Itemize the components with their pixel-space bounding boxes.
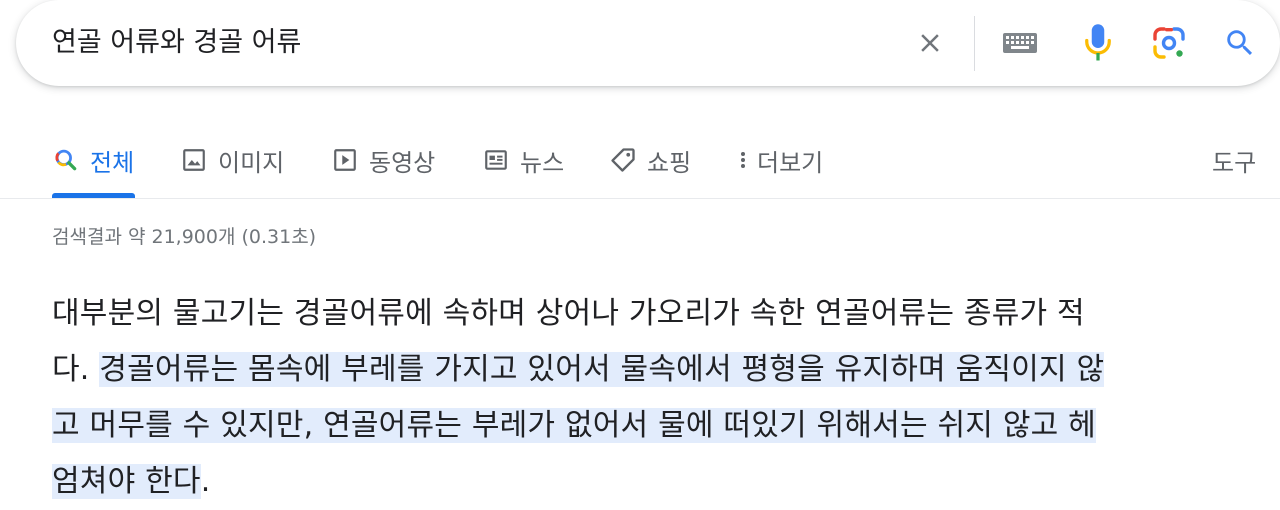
voice-search-button[interactable] [1076,19,1120,67]
tab-label: 쇼핑 [647,148,692,177]
tab-all[interactable]: 전체 [52,140,134,180]
search-icon [1227,30,1253,56]
tab-label: 동영상 [369,148,436,177]
tab-images[interactable]: 이미지 [180,140,284,180]
tabs-divider [0,198,1280,199]
tag-icon [609,146,637,174]
play-icon [331,146,359,174]
snippet-text: 다. [52,352,100,387]
lens-camera-icon [1153,27,1185,59]
keyboard-button[interactable] [998,21,1042,65]
snippet-line: 고 머무를 수 있지만, 연골어류는 부레가 없어서 물에 떠있기 위해서는 쉬… [52,398,1252,454]
tab-shopping[interactable]: 쇼핑 [609,140,691,180]
snippet-text: 대부분의 물고기는 경골어류에 속하며 상어나 가오리가 속한 연골어류는 종류… [52,296,1085,331]
tools-label: 도구 [1212,148,1257,177]
snippet-highlight: 경골어류는 몸속에 부레를 가지고 있어서 물속에서 평형을 유지하며 움직이지… [99,352,1105,387]
tools-button[interactable]: 도구 [1212,140,1256,180]
snippet-text: . [200,464,211,499]
snippet-highlight: 엄쳐야 한다 [52,464,201,499]
snippet-line: 엄쳐야 한다. [52,454,1252,510]
tab-label: 더보기 [757,148,824,177]
search-tabs: 전체 이미지 동영상 뉴스 쇼핑 더보기 도구 [0,120,1280,198]
tab-label: 전체 [90,148,135,177]
tab-videos[interactable]: 동영상 [331,140,435,180]
snippet-line: 다. 경골어류는 몸속에 부레를 가지고 있어서 물속에서 평형을 유지하며 움… [52,342,1252,398]
microphone-icon [1085,24,1111,61]
clear-button[interactable] [908,21,952,65]
close-icon [921,34,939,52]
search-input[interactable]: 연골 어류와 경골 어류 [52,24,301,62]
tab-news[interactable]: 뉴스 [482,140,564,180]
search-box[interactable]: 연골 어류와 경골 어류 [16,0,1280,86]
snippet-line: 대부분의 물고기는 경골어류에 속하며 상어나 가오리가 속한 연골어류는 종류… [52,286,1252,342]
more-vertical-icon [735,146,751,174]
lens-search-button[interactable] [1147,21,1191,65]
keyboard-icon [1003,33,1037,53]
search-icon [52,146,80,174]
featured-snippet: 대부분의 물고기는 경골어류에 속하며 상어나 가오리가 속한 연골어류는 종류… [52,286,1252,510]
tab-label: 뉴스 [520,148,565,177]
search-button[interactable] [1218,21,1262,65]
snippet-highlight: 고 머무를 수 있지만, 연골어류는 부레가 없어서 물에 떠있기 위해서는 쉬… [52,408,1096,443]
tab-more[interactable]: 더보기 [735,140,823,180]
result-stats: 검색결과 약 21,900개 (0.31초) [52,226,317,248]
news-icon [482,146,510,174]
tab-label: 이미지 [218,148,285,177]
image-icon [180,146,208,174]
search-divider [974,16,975,71]
